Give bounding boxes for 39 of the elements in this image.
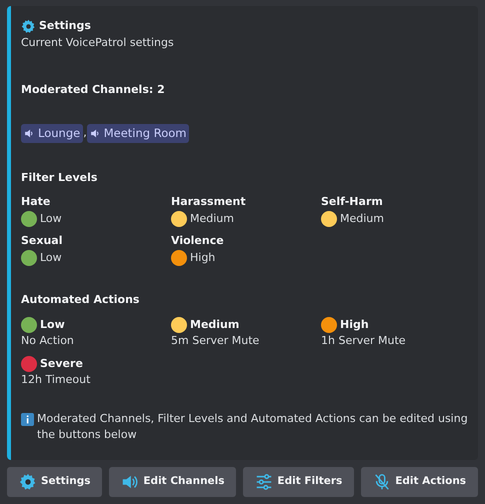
level-text: Low xyxy=(40,210,62,227)
level-text: Low xyxy=(40,250,62,266)
separator: , xyxy=(83,124,87,141)
level-text: High xyxy=(190,250,216,266)
filter-name: Hate xyxy=(21,194,52,210)
level-text: Low xyxy=(40,316,65,333)
gear-icon xyxy=(21,18,36,34)
edit-actions-button[interactable]: Edit Actions xyxy=(361,467,478,497)
action-text: 1h Server Mute xyxy=(321,333,407,350)
channel-mention[interactable]: Meeting Room xyxy=(86,124,190,143)
muted-microphone-icon xyxy=(373,473,392,491)
action-text: No Action xyxy=(21,333,75,350)
speaker-icon xyxy=(24,128,35,139)
filter-name: Sexual xyxy=(21,233,64,250)
edit-filters-button[interactable]: Edit Filters xyxy=(243,467,354,497)
embed-description: Current VoicePatrol settings xyxy=(21,34,175,50)
edit-channels-button[interactable]: Edit Channels xyxy=(109,467,236,497)
level-text: High xyxy=(340,316,369,333)
gear-icon xyxy=(18,473,37,491)
section-heading: Moderated Channels: 2 xyxy=(21,82,166,98)
sliders-icon xyxy=(255,473,274,491)
section-heading: Automated Actions xyxy=(21,292,140,308)
filter-name: Harassment xyxy=(171,194,247,210)
note-text: Moderated Channels, Filter Levels and Automated Actions can be edited using the buttons below xyxy=(37,410,468,444)
level-text: Medium xyxy=(340,210,384,227)
level-text: Severe xyxy=(40,356,83,372)
level-text: Medium xyxy=(190,210,234,227)
action-text: 12h Timeout xyxy=(21,372,92,388)
info-icon xyxy=(21,412,34,426)
channel-mention[interactable]: Lounge xyxy=(21,124,84,143)
settings-button[interactable]: Settings xyxy=(7,467,102,497)
section-heading: Filter Levels xyxy=(21,170,98,186)
speaker-icon xyxy=(121,473,140,491)
action-text: 5m Server Mute xyxy=(171,333,260,350)
filter-name: Violence xyxy=(171,233,225,250)
level-text: Medium xyxy=(190,316,240,333)
speaker-icon xyxy=(90,128,101,139)
embed-title: Settings xyxy=(39,18,91,34)
filter-name: Self-Harm xyxy=(321,194,384,210)
